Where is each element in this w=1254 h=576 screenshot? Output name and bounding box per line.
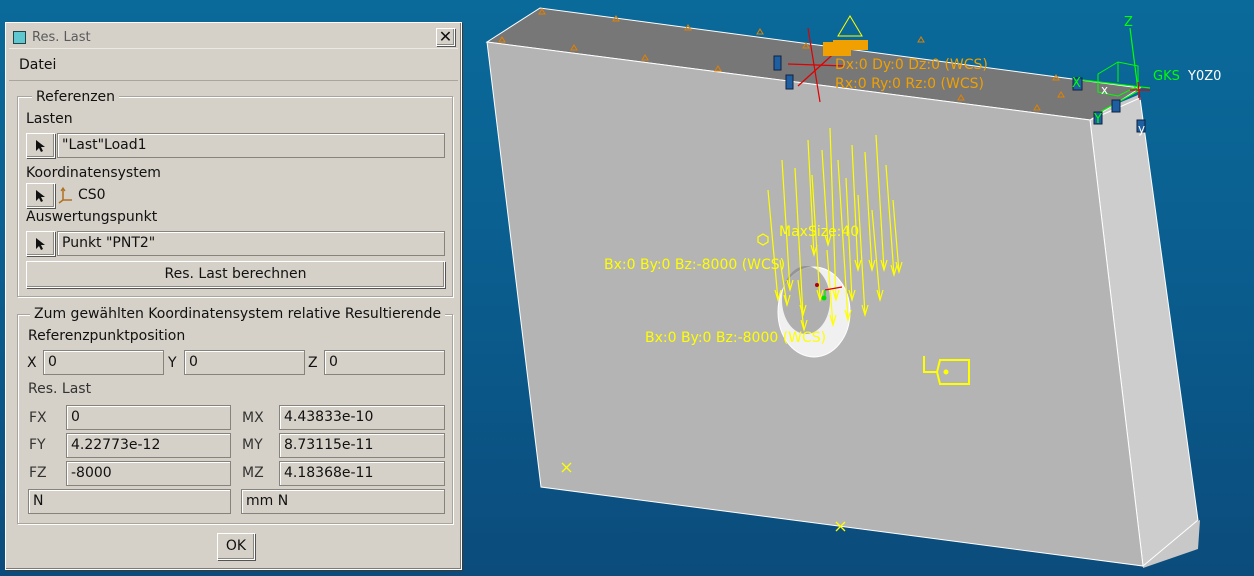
constraint-label-2: Rx:0 Ry:0 Rz:0 (WCS): [835, 76, 984, 92]
mz-field[interactable]: 4.18368e-11: [279, 461, 445, 486]
x-field[interactable]: 0: [43, 350, 164, 375]
moment-unit-field[interactable]: mm N: [241, 489, 445, 514]
select-loads-button[interactable]: [26, 133, 55, 158]
axis-z-label: Z: [1124, 15, 1133, 30]
select-cs-button[interactable]: [26, 183, 55, 208]
z-label: Z: [308, 355, 318, 371]
cursor-icon: [35, 139, 45, 152]
fy-label: FY: [29, 437, 46, 453]
load-label-top: Bx:0 By:0 Bz:-8000 (WCS): [604, 257, 785, 273]
my-label: MY: [242, 437, 263, 453]
axis-small-x-label: x: [1101, 83, 1108, 97]
ref-pos-label: Referenzpunktposition: [28, 328, 186, 344]
fx-field[interactable]: 0: [66, 405, 231, 430]
dialog-titlebar[interactable]: Res. Last ✕: [9, 26, 458, 49]
fx-label: FX: [29, 410, 47, 426]
dialog-title: Res. Last: [32, 29, 91, 45]
z-field[interactable]: 0: [324, 350, 445, 375]
coordinate-system-icon: [58, 186, 72, 204]
ok-button[interactable]: OK: [217, 533, 255, 560]
cs-value: CS0: [78, 187, 106, 203]
axis-y-label: Y: [1093, 112, 1102, 127]
result-legend: Zum gewählten Koordinatensystem relative…: [30, 306, 446, 322]
point-field[interactable]: Punkt "PNT2": [57, 231, 445, 256]
close-button[interactable]: ✕: [436, 28, 455, 46]
y-label: Y: [168, 355, 177, 371]
constraint-label-1: Dx:0 Dy:0 Dz:0 (WCS): [835, 57, 988, 73]
y-field[interactable]: 0: [184, 350, 305, 375]
force-unit-field[interactable]: N: [28, 489, 231, 514]
csys-name-label: GKS: [1153, 69, 1180, 84]
fz-field[interactable]: -8000: [66, 461, 231, 486]
mx-label: MX: [242, 410, 264, 426]
select-point-button[interactable]: [26, 231, 55, 256]
cursor-icon: [35, 189, 45, 202]
loads-field[interactable]: "Last"Load1: [57, 133, 445, 158]
fy-field[interactable]: 4.22773e-12: [66, 433, 231, 458]
mesh-size-label: MaxSize:40: [779, 224, 859, 240]
view-name-label: Y0Z0: [1187, 69, 1221, 84]
my-field[interactable]: 8.73115e-11: [279, 433, 445, 458]
res-label: Res. Last: [28, 381, 92, 397]
point-label: Auswertungspunkt: [26, 209, 158, 225]
cs-label: Koordinatensystem: [26, 165, 161, 181]
window-icon: [13, 30, 26, 44]
load-label-bottom: Bx:0 By:0 Bz:-8000 (WCS): [645, 330, 826, 346]
model-viewport[interactable]: Dx:0 Dy:0 Dz:0 (WCS) Rx:0 Ry:0 Rz:0 (WCS…: [462, 0, 1254, 576]
axis-small-y-label: y: [1138, 122, 1145, 136]
menubar: Datei: [9, 50, 458, 81]
menu-datei[interactable]: Datei: [19, 57, 56, 73]
mz-label: MZ: [242, 465, 264, 481]
references-legend: Referenzen: [32, 89, 120, 105]
axis-x-label: X: [1072, 76, 1081, 91]
fz-label: FZ: [29, 465, 47, 481]
x-label: X: [27, 355, 37, 371]
compute-button[interactable]: Res. Last berechnen: [26, 261, 445, 288]
cursor-icon: [35, 237, 45, 250]
res-last-dialog: Res. Last ✕ Datei Referenzen Lasten "Las…: [5, 22, 462, 570]
loads-label: Lasten: [26, 111, 73, 127]
mx-field[interactable]: 4.43833e-10: [279, 405, 445, 430]
